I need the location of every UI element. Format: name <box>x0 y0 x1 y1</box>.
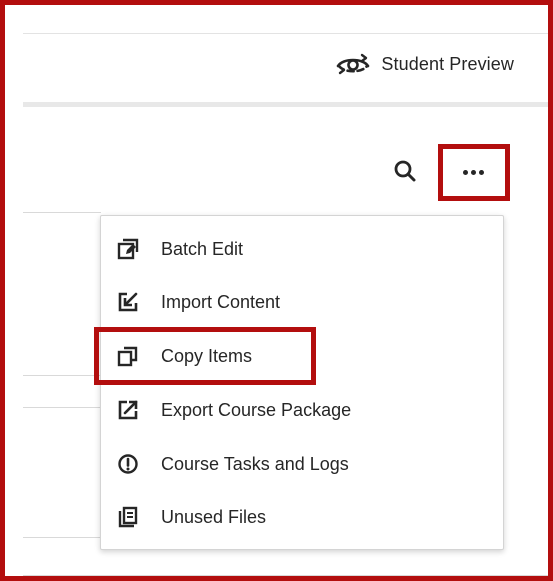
more-options-button[interactable] <box>453 157 493 187</box>
search-icon[interactable] <box>392 158 418 184</box>
student-preview-button[interactable]: Student Preview <box>335 51 514 77</box>
menu-item-import-content[interactable]: Import Content <box>101 282 503 322</box>
more-dot <box>470 169 476 175</box>
content-divider <box>23 212 101 213</box>
menu-item-label: Copy Items <box>161 345 253 366</box>
menu-item-label: Export Course Package <box>161 399 352 420</box>
more-options-menu: Batch Edit Import Content Copy Items Exp… <box>100 215 504 550</box>
batch-edit-icon <box>117 238 139 260</box>
import-content-icon <box>118 292 138 312</box>
content-divider <box>23 375 101 376</box>
content-divider <box>23 537 101 538</box>
menu-item-label: Course Tasks and Logs <box>161 453 349 474</box>
export-icon <box>118 400 138 420</box>
eye-preview-icon <box>337 53 370 75</box>
copy-items-icon <box>117 346 138 367</box>
unused-files-icon <box>118 506 138 528</box>
menu-item-batch-edit[interactable]: Batch Edit <box>101 229 503 269</box>
menu-item-label: Unused Files <box>161 506 267 527</box>
content-divider <box>23 575 548 576</box>
menu-item-course-tasks-logs[interactable]: Course Tasks and Logs <box>101 444 503 484</box>
content-divider <box>23 407 101 408</box>
alert-circle-icon <box>118 454 138 474</box>
more-horizontal-icon <box>462 169 468 175</box>
menu-item-label: Import Content <box>161 291 281 312</box>
menu-item-copy-items[interactable]: Copy Items <box>101 336 503 376</box>
header-divider <box>23 102 548 107</box>
more-dot <box>478 169 484 175</box>
menu-item-unused-files[interactable]: Unused Files <box>101 497 503 537</box>
menu-item-export-course-package[interactable]: Export Course Package <box>101 390 503 430</box>
student-preview-label: Student Preview <box>381 53 514 74</box>
screenshot-frame: Student Preview Batch Edit Import Conten… <box>0 0 553 581</box>
menu-item-label: Batch Edit <box>161 238 244 259</box>
